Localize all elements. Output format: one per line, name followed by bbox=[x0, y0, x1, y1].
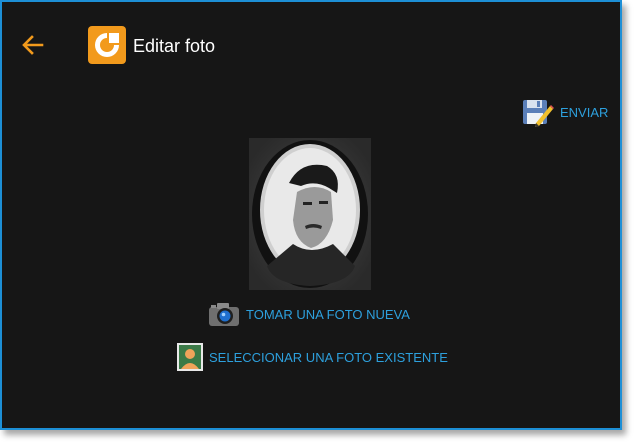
select-photo-label: SELECCIONAR UNA FOTO EXISTENTE bbox=[209, 349, 448, 365]
profile-photo[interactable] bbox=[249, 138, 371, 290]
app-window: Editar foto ENVIAR TOMAR UNA FOTO NUEVA … bbox=[0, 0, 622, 430]
take-photo-button[interactable]: TOMAR UNA FOTO NUEVA bbox=[208, 299, 410, 329]
contact-portrait-icon bbox=[177, 343, 203, 371]
select-photo-button[interactable]: SELECCIONAR UNA FOTO EXISTENTE bbox=[177, 342, 448, 372]
send-button[interactable]: ENVIAR bbox=[522, 96, 608, 128]
floppy-pencil-icon bbox=[523, 100, 554, 127]
camera-icon bbox=[209, 303, 239, 326]
page-title: Editar foto bbox=[133, 36, 216, 56]
app-bar: Editar foto bbox=[2, 2, 620, 88]
app-logo-icon bbox=[88, 26, 126, 64]
take-photo-label: TOMAR UNA FOTO NUEVA bbox=[246, 306, 410, 322]
arrow-left-icon[interactable] bbox=[20, 32, 46, 58]
send-label: ENVIAR bbox=[560, 104, 609, 120]
